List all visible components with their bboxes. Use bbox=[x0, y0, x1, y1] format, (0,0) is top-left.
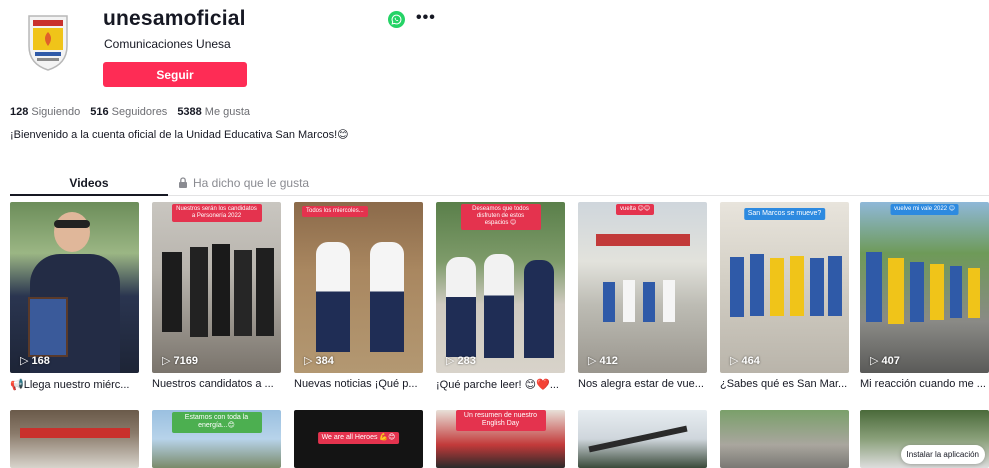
following-count: 128 bbox=[10, 106, 29, 118]
view-count-value: 7169 bbox=[173, 354, 198, 367]
video-thumbnail[interactable]: San Marcos se mueve? ▷ 464 bbox=[720, 202, 849, 373]
video-overlay-text: vuelta 😊😊 bbox=[616, 204, 655, 216]
username: unesamoficial bbox=[103, 7, 246, 30]
video-thumbnail[interactable]: We are all Heroes 💪😊 bbox=[294, 410, 423, 468]
followers-count: 516 bbox=[90, 106, 109, 118]
video-thumbnail[interactable]: Estamos con toda la energía...😊 bbox=[152, 410, 281, 468]
video-overlay-text: We are all Heroes 💪😊 bbox=[317, 432, 400, 445]
video-thumbnail[interactable] bbox=[10, 410, 139, 468]
play-icon: ▷ bbox=[446, 355, 455, 367]
whatsapp-icon[interactable] bbox=[388, 11, 405, 28]
view-count-value: 407 bbox=[881, 354, 900, 367]
video-card[interactable]: ▷ 168 📢Llega nuestro miérc... bbox=[10, 202, 139, 391]
view-count: ▷ 283 bbox=[446, 354, 476, 368]
followers-stat[interactable]: 516 Seguidores bbox=[90, 106, 167, 118]
video-caption[interactable]: Mi reacción cuando me ... bbox=[860, 378, 989, 390]
video-caption[interactable]: Nuestros candidatos a ... bbox=[152, 378, 281, 390]
view-count-value: 464 bbox=[741, 354, 760, 367]
view-count-value: 283 bbox=[457, 354, 476, 367]
video-card[interactable]: Todos los miercoles... ▷ 384 Nuevas notic… bbox=[294, 202, 423, 390]
view-count: ▷ 464 bbox=[730, 354, 760, 368]
following-label: Siguiendo bbox=[31, 106, 81, 118]
view-count: ▷ 412 bbox=[588, 354, 618, 368]
profile-tabs: Videos Ha dicho que le gusta bbox=[10, 170, 989, 196]
install-app-button[interactable]: Instalar la aplicación bbox=[900, 445, 985, 464]
tab-active-indicator bbox=[10, 194, 168, 196]
video-overlay-text: Estamos con toda la energía...😊 bbox=[171, 412, 262, 433]
view-count: ▷ 384 bbox=[304, 354, 334, 368]
play-icon: ▷ bbox=[162, 355, 171, 367]
video-card[interactable]: vuelta 😊😊 ▷ 412 Nos alegra estar de vue..… bbox=[578, 202, 707, 390]
video-card[interactable]: vuelve mi vale 2022 😊 ▷ 407 Mi reacción c… bbox=[860, 202, 989, 390]
video-thumbnail[interactable]: vuelve mi vale 2022 😊 ▷ 407 bbox=[860, 202, 989, 373]
video-thumbnail[interactable]: vuelta 😊😊 ▷ 412 bbox=[578, 202, 707, 373]
play-icon: ▷ bbox=[730, 355, 739, 367]
view-count: ▷ 168 bbox=[20, 354, 50, 368]
likes-label: Me gusta bbox=[204, 106, 251, 118]
video-card[interactable]: Nuestros serán los candidatos a Personer… bbox=[152, 202, 281, 390]
video-caption[interactable]: ¡Qué parche leer! 😊❤️... bbox=[436, 378, 565, 391]
video-card[interactable]: San Marcos se mueve? ▷ 464 ¿Sabes qué es … bbox=[720, 202, 849, 390]
video-overlay-text: vuelve mi vale 2022 😊 bbox=[890, 204, 959, 216]
video-thumbnail[interactable]: Un resumen de nuestro English Day bbox=[436, 410, 565, 468]
play-icon: ▷ bbox=[304, 355, 313, 367]
bio: ¡Bienvenido a la cuenta oficial de la Un… bbox=[10, 129, 349, 141]
tab-videos[interactable]: Videos bbox=[10, 170, 168, 195]
followers-label: Seguidores bbox=[111, 106, 168, 118]
following-stat[interactable]: 128 Siguiendo bbox=[10, 106, 80, 118]
view-count: ▷ 7169 bbox=[162, 354, 198, 368]
play-icon: ▷ bbox=[870, 355, 879, 367]
tab-liked-label: Ha dicho que le gusta bbox=[193, 175, 310, 190]
video-thumbnail[interactable]: Instalar la aplicación bbox=[860, 410, 989, 468]
video-overlay-text: Todos los miercoles... bbox=[302, 206, 368, 218]
video-thumbnail[interactable]: Nuestros serán los candidatos a Personer… bbox=[152, 202, 281, 373]
avatar[interactable] bbox=[12, 6, 84, 78]
video-thumbnail[interactable] bbox=[578, 410, 707, 468]
nickname: Comunicaciones Unesa bbox=[104, 37, 231, 51]
video-thumbnail[interactable]: Todos los miercoles... ▷ 384 bbox=[294, 202, 423, 373]
follow-button[interactable]: Seguir bbox=[103, 62, 247, 87]
view-count: ▷ 407 bbox=[870, 354, 900, 368]
likes-count: 5388 bbox=[177, 106, 202, 118]
video-overlay-text: Un resumen de nuestro English Day bbox=[455, 410, 546, 431]
video-card[interactable]: Deseamos que todos disfruten de estos es… bbox=[436, 202, 565, 391]
video-caption[interactable]: 📢Llega nuestro miérc... bbox=[10, 378, 139, 391]
video-thumbnail[interactable] bbox=[720, 410, 849, 468]
tab-divider bbox=[168, 195, 989, 196]
video-overlay-text: Deseamos que todos disfruten de estos es… bbox=[460, 204, 541, 230]
view-count-value: 384 bbox=[315, 354, 334, 367]
video-caption[interactable]: Nos alegra estar de vue... bbox=[578, 378, 707, 390]
view-count-value: 412 bbox=[599, 354, 618, 367]
video-caption[interactable]: Nuevas noticias ¡Qué p... bbox=[294, 378, 423, 390]
video-overlay-text: Nuestros serán los candidatos a Personer… bbox=[171, 204, 262, 223]
more-icon[interactable]: ••• bbox=[416, 9, 436, 27]
video-thumbnail[interactable]: Deseamos que todos disfruten de estos es… bbox=[436, 202, 565, 373]
video-caption[interactable]: ¿Sabes qué es San Mar... bbox=[720, 378, 849, 390]
view-count-value: 168 bbox=[31, 354, 50, 367]
video-overlay-text: San Marcos se mueve? bbox=[743, 208, 826, 221]
tab-liked[interactable]: Ha dicho que le gusta bbox=[178, 170, 338, 195]
play-icon: ▷ bbox=[588, 355, 597, 367]
video-thumbnail[interactable]: ▷ 168 bbox=[10, 202, 139, 373]
school-crest-logo bbox=[28, 15, 68, 71]
play-icon: ▷ bbox=[20, 355, 29, 367]
lock-icon bbox=[179, 177, 187, 188]
profile-stats: 128 Siguiendo 516 Seguidores 5388 Me gusta bbox=[10, 106, 250, 118]
likes-stat: 5388 Me gusta bbox=[177, 106, 250, 118]
